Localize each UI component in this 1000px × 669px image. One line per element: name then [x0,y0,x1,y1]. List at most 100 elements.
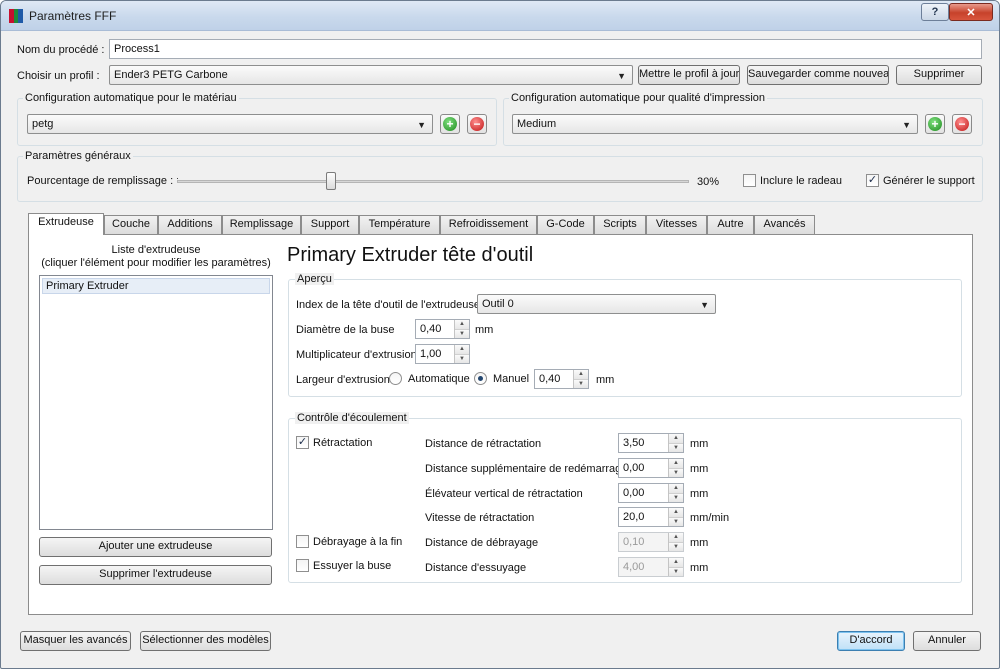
infill-slider-track[interactable] [177,180,689,183]
tab-refroidissement[interactable]: Refroidissement [440,215,537,234]
spin-buttons[interactable]: ▲ ▼ [668,484,683,502]
hide-advanced-button[interactable]: Masquer les avancés [20,631,131,651]
remove-quality-button[interactable]: − [952,114,972,134]
extrusion-width-value: 0,40 [539,373,561,385]
cancel-button[interactable]: Annuler [913,631,981,651]
quality-select[interactable]: Medium ▼ [512,114,918,134]
tool-index-select[interactable]: Outil 0 ▼ [477,294,716,314]
tab-scripts[interactable]: Scripts [594,215,646,234]
update-profile-button[interactable]: Mettre le profil à jour [638,65,740,85]
spin-buttons[interactable]: ▲ ▼ [454,345,469,363]
profile-select[interactable]: Ender3 PETG Carbone ▼ [109,65,633,85]
spin-down-icon[interactable]: ▼ [669,467,683,477]
extra-restart-unit: mm [690,463,709,475]
spin-buttons[interactable]: ▲ ▼ [668,508,683,526]
width-auto-radio[interactable] [389,372,402,385]
spin-down-icon[interactable]: ▼ [669,566,683,576]
tab-support[interactable]: Support [301,215,359,234]
spin-up-icon[interactable]: ▲ [669,558,683,567]
coast-distance-label: Distance de débrayage [425,537,539,549]
infill-label: Pourcentage de remplissage : [27,175,174,187]
spin-buttons[interactable]: ▲ ▼ [668,558,683,576]
coast-distance-input[interactable]: 0,10 ▲ ▼ [618,532,684,552]
spin-down-icon[interactable]: ▼ [455,353,469,363]
profile-select-value: Ender3 PETG Carbone [114,69,228,81]
infill-slider-handle[interactable] [325,172,336,190]
wipe-distance-label: Distance d'essuyage [425,562,527,574]
spin-down-icon[interactable]: ▼ [669,541,683,551]
spin-up-icon[interactable]: ▲ [669,434,683,443]
extrusion-multiplier-input[interactable]: 1,00 ▲ ▼ [415,344,470,364]
nozzle-diameter-input[interactable]: 0,40 ▲ ▼ [415,319,470,339]
support-checkbox[interactable]: ✓ [866,174,879,187]
material-select[interactable]: petg ▼ [27,114,433,134]
raft-checkbox[interactable] [743,174,756,187]
extrusion-width-input[interactable]: 0,40 ▲ ▼ [534,369,589,389]
remove-extruder-button[interactable]: Supprimer l'extrudeuse [39,565,272,585]
add-extruder-button[interactable]: Ajouter une extrudeuse [39,537,272,557]
width-manual-label: Manuel [493,373,530,385]
tab-vitesses[interactable]: Vitesses [646,215,707,234]
spin-up-icon[interactable]: ▲ [455,345,469,354]
tab-gcode[interactable]: G-Code [537,215,594,234]
infill-value: 30% [697,176,720,188]
raft-label: Inclure le radeau [760,175,842,187]
save-as-new-button[interactable]: Sauvegarder comme nouveau [747,65,889,85]
tab-remplissage[interactable]: Remplissage [222,215,301,234]
spin-buttons[interactable]: ▲ ▼ [668,533,683,551]
retraction-checkbox[interactable]: ✓ [296,436,309,449]
retract-distance-input[interactable]: 3,50 ▲ ▼ [618,433,684,453]
spin-up-icon[interactable]: ▲ [669,459,683,468]
nozzle-diameter-value: 0,40 [420,323,442,335]
spin-up-icon[interactable]: ▲ [574,370,588,379]
process-name-input[interactable]: Process1 [109,39,982,59]
spin-down-icon[interactable]: ▼ [669,492,683,502]
extrusion-width-unit: mm [596,374,615,386]
wipe-label: Essuyer la buse [313,560,392,572]
spin-buttons[interactable]: ▲ ▼ [454,320,469,338]
width-manual-radio[interactable] [474,372,487,385]
extrusion-multiplier-value: 1,00 [420,348,442,360]
add-material-button[interactable]: + [440,114,460,134]
spin-buttons[interactable]: ▲ ▼ [573,370,588,388]
spin-up-icon[interactable]: ▲ [455,320,469,329]
spin-buttons[interactable]: ▲ ▼ [668,434,683,452]
spin-down-icon[interactable]: ▼ [669,516,683,526]
extruder-list[interactable]: Primary Extruder [39,275,273,530]
spin-down-icon[interactable]: ▼ [669,442,683,452]
wipe-distance-input[interactable]: 4,00 ▲ ▼ [618,557,684,577]
coast-distance-unit: mm [690,537,709,549]
tab-avances[interactable]: Avancés [754,215,815,234]
tab-autre[interactable]: Autre [707,215,754,234]
ok-button[interactable]: D'accord [837,631,905,651]
extra-restart-label: Distance supplémentaire de redémarrage [425,463,628,475]
extra-restart-input[interactable]: 0,00 ▲ ▼ [618,458,684,478]
tab-extrudeuse[interactable]: Extrudeuse [28,213,104,235]
retract-speed-unit: mm/min [690,512,730,524]
remove-material-button[interactable]: − [467,114,487,134]
spin-up-icon[interactable]: ▲ [669,484,683,493]
spin-buttons[interactable]: ▲ ▼ [668,459,683,477]
chevron-down-icon: ▼ [700,300,709,310]
spin-down-icon[interactable]: ▼ [574,378,588,388]
tab-temperature[interactable]: Température [359,215,440,234]
coast-checkbox[interactable] [296,535,309,548]
help-button[interactable]: ? [921,3,949,21]
select-models-button[interactable]: Sélectionner des modèles [140,631,271,651]
coast-distance-value: 0,10 [623,536,645,548]
tab-couche[interactable]: Couche [104,215,158,234]
width-auto-label: Automatique [408,373,470,385]
vertical-lift-input[interactable]: 0,00 ▲ ▼ [618,483,684,503]
delete-profile-button[interactable]: Supprimer [896,65,982,85]
spin-down-icon[interactable]: ▼ [455,328,469,338]
vertical-lift-label: Élévateur vertical de rétractation [425,488,583,500]
wipe-checkbox[interactable] [296,559,309,572]
spin-up-icon[interactable]: ▲ [669,508,683,517]
retract-speed-input[interactable]: 20,0 ▲ ▼ [618,507,684,527]
tab-additions[interactable]: Additions [158,215,222,234]
retract-distance-label: Distance de rétractation [425,438,542,450]
spin-up-icon[interactable]: ▲ [669,533,683,542]
close-button[interactable]: ✕ [949,3,993,21]
list-item[interactable]: Primary Extruder [42,278,270,294]
add-quality-button[interactable]: + [925,114,945,134]
